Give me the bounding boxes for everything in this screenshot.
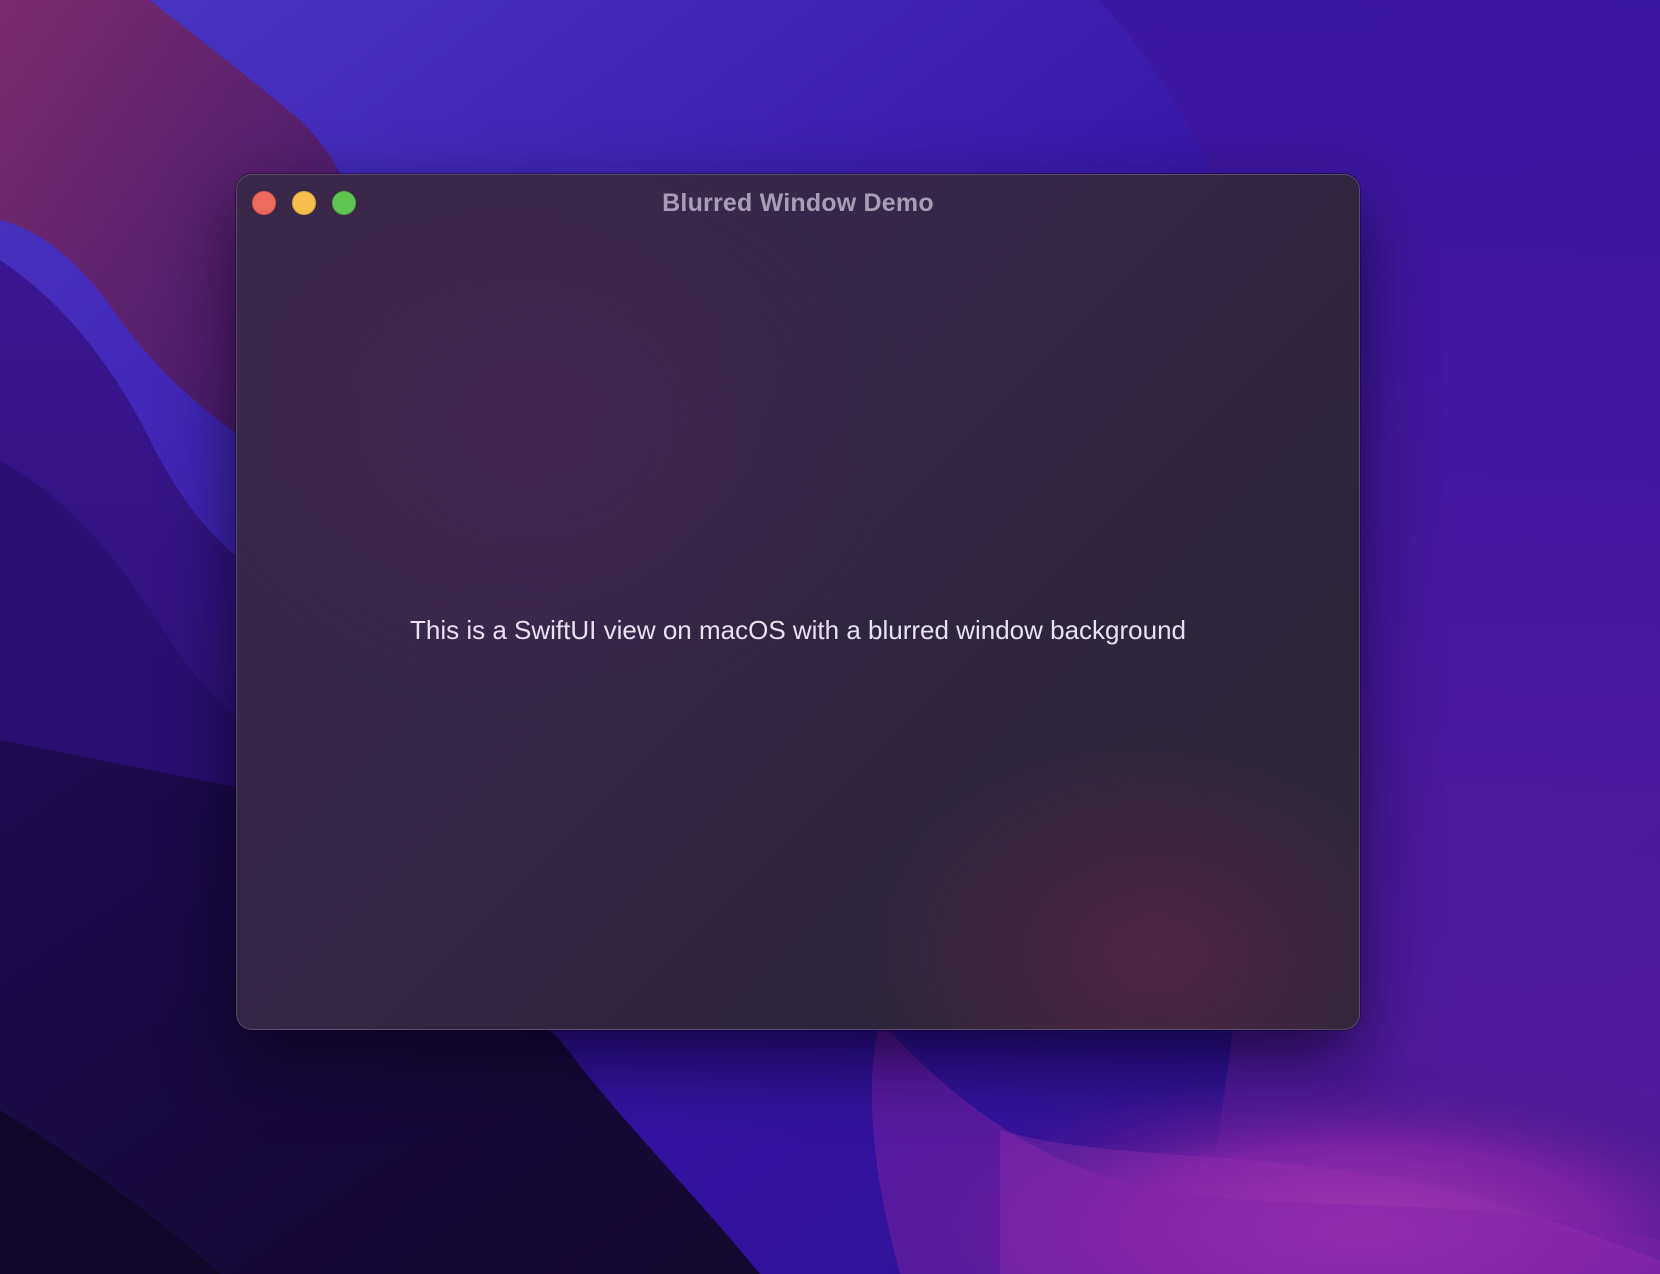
app-window[interactable]: Blurred Window Demo This is a SwiftUI vi… xyxy=(236,174,1360,1030)
content-message: This is a SwiftUI view on macOS with a b… xyxy=(410,615,1186,645)
title-bar[interactable]: Blurred Window Demo xyxy=(237,175,1359,227)
window-title: Blurred Window Demo xyxy=(662,189,934,217)
